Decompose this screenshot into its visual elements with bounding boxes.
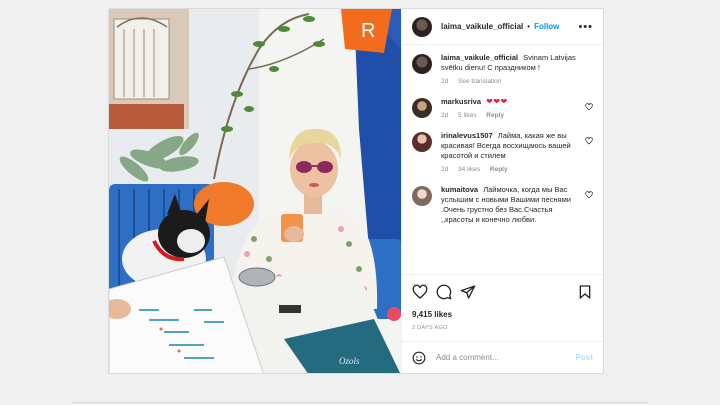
comments-list[interactable]: laima_vaikule_official Svinam Latvijas s… xyxy=(402,45,603,274)
add-comment-bar: Post xyxy=(402,341,603,373)
comment-username[interactable]: markusriva xyxy=(441,97,481,106)
more-dots-icon[interactable]: ••• xyxy=(578,21,593,33)
svg-text:R: R xyxy=(361,20,375,42)
author-username[interactable]: laima_vaikule_official xyxy=(441,22,523,31)
page-divider xyxy=(72,402,648,403)
post-date[interactable]: 2 DAYS AGO xyxy=(412,325,593,331)
post-sidebar: laima_vaikule_official • Follow ••• laim… xyxy=(401,9,603,373)
photo-illustration: R Ozols xyxy=(109,9,401,373)
comment-avatar[interactable] xyxy=(412,186,432,206)
comment-time[interactable]: 2d xyxy=(441,166,448,173)
comment-input[interactable] xyxy=(434,352,576,363)
comment-like-heart-icon[interactable] xyxy=(585,137,593,145)
like-count[interactable]: 9,415 likes xyxy=(412,310,593,319)
instagram-post: R Ozols laima_vaikule_official • Follow … xyxy=(108,8,604,374)
post-comment-button[interactable]: Post xyxy=(576,353,593,362)
comment-item: irinalevus1507 Лайма, какая же вы красив… xyxy=(412,131,593,173)
post-header: laima_vaikule_official • Follow ••• xyxy=(402,9,603,45)
comment-likes[interactable]: 34 likes xyxy=(458,166,480,173)
comment-like-heart-icon[interactable] xyxy=(585,191,593,199)
caption-avatar[interactable] xyxy=(412,54,432,74)
comment-text: ❤❤❤ xyxy=(486,97,508,106)
emoji-icon[interactable] xyxy=(412,351,426,365)
post-actions: 9,415 likes 2 DAYS AGO xyxy=(402,274,603,331)
reply-button[interactable]: Reply xyxy=(486,112,504,119)
comment-avatar[interactable] xyxy=(412,132,432,152)
comment-time[interactable]: 2d xyxy=(441,112,448,119)
see-translation-link[interactable]: See translation xyxy=(458,78,501,85)
comment-bubble-icon[interactable] xyxy=(436,284,452,300)
comment-username[interactable]: kumaitova xyxy=(441,185,478,194)
follow-button[interactable]: Follow xyxy=(534,22,559,31)
caption-time[interactable]: 2d xyxy=(441,78,448,85)
reply-button[interactable]: Reply xyxy=(490,166,508,173)
author-avatar[interactable] xyxy=(412,16,432,37)
comment-item: markusriva ❤❤❤ 2d 5 likes Reply xyxy=(412,97,593,119)
caption: laima_vaikule_official Svinam Latvijas s… xyxy=(412,53,593,85)
bookmark-icon[interactable] xyxy=(577,284,593,300)
share-send-icon[interactable] xyxy=(460,284,476,300)
comment-likes[interactable]: 5 likes xyxy=(458,112,476,119)
header-separator: • xyxy=(527,22,531,31)
orange-sign: R xyxy=(341,9,392,53)
comment-username[interactable]: irinalevus1507 xyxy=(441,131,493,140)
comment-avatar[interactable] xyxy=(412,98,432,118)
like-heart-icon[interactable] xyxy=(412,284,428,300)
post-photo[interactable]: R Ozols xyxy=(109,9,401,373)
comment-like-heart-icon[interactable] xyxy=(585,103,593,111)
caption-username[interactable]: laima_vaikule_official xyxy=(441,53,518,62)
svg-text:Ozols: Ozols xyxy=(339,356,360,366)
comment-item: kumaitova Лаймочка, когда мы Вас услышим… xyxy=(412,185,593,225)
